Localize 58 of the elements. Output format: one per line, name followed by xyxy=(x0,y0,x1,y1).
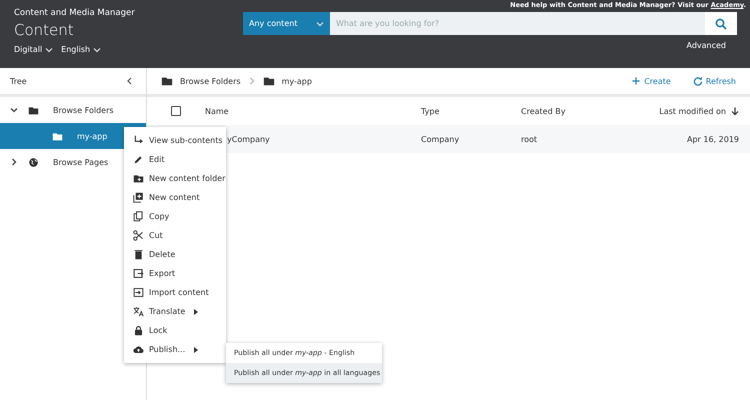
search-icon xyxy=(715,18,727,30)
menu-item[interactable]: Copy xyxy=(124,207,226,226)
scope-dropdown[interactable]: Any content xyxy=(243,12,330,35)
refresh-button[interactable]: Refresh xyxy=(692,76,736,86)
refresh-icon xyxy=(692,76,703,86)
tree-title: Tree xyxy=(10,76,27,86)
menu-item[interactable]: Publish... xyxy=(124,340,226,359)
folder-icon xyxy=(28,104,39,116)
caret-icon[interactable] xyxy=(93,46,102,52)
plus-icon xyxy=(631,76,642,86)
language-selector[interactable]: English xyxy=(61,45,102,54)
menu-item[interactable]: Import content xyxy=(124,283,226,302)
pencil-icon xyxy=(133,154,144,165)
import-icon xyxy=(133,287,144,298)
table-cell-text: root xyxy=(521,134,538,144)
column-header[interactable]: Last modified on xyxy=(631,106,739,116)
collapse-icon[interactable] xyxy=(126,77,132,85)
arrow-icon xyxy=(133,135,144,146)
submenu-arrow-icon xyxy=(194,308,198,314)
export-icon xyxy=(133,268,144,279)
app-name: Content and Media Manager xyxy=(14,8,135,18)
folder-icon xyxy=(262,75,275,87)
column-header[interactable]: Type xyxy=(421,106,521,116)
folder-plus-icon xyxy=(133,173,144,184)
tree-item[interactable]: Browse Folders xyxy=(0,97,146,123)
copy-icon xyxy=(133,211,144,222)
column-header[interactable]: Created By xyxy=(521,106,631,116)
scissors-icon xyxy=(133,230,144,241)
column-header[interactable]: Name xyxy=(205,106,421,116)
lock-icon xyxy=(133,325,144,336)
submenu-arrow-icon xyxy=(194,346,198,352)
folder-icon xyxy=(161,75,173,87)
cloud-icon xyxy=(133,344,144,355)
caret-icon[interactable] xyxy=(45,46,54,52)
site-selector[interactable]: Digitall xyxy=(14,45,54,54)
menu-item[interactable]: Cut xyxy=(124,226,226,245)
menu-item[interactable]: Translate xyxy=(124,302,226,321)
globe-icon xyxy=(28,156,39,168)
breadcrumb-item[interactable]: my-app xyxy=(262,75,312,87)
select-all-checkbox[interactable] xyxy=(171,106,181,116)
translate-icon xyxy=(133,306,144,317)
menu-item[interactable]: Export xyxy=(124,264,226,283)
document-plus-icon xyxy=(133,192,144,203)
search-button[interactable] xyxy=(705,12,737,35)
page-title: Content xyxy=(14,21,75,39)
table-cell-text: Company xyxy=(421,134,460,144)
menu-item[interactable]: New content xyxy=(124,188,226,207)
table-cell-text: Apr 16, 2019 xyxy=(686,134,739,144)
folder-icon xyxy=(52,130,63,142)
sort-arrow-icon[interactable] xyxy=(731,106,739,116)
breadcrumb-item[interactable]: Browse Folders xyxy=(161,75,241,87)
advanced-link[interactable]: Advanced xyxy=(686,41,726,50)
menu-item[interactable]: Delete xyxy=(124,245,226,264)
chevron-icon xyxy=(248,77,255,85)
menu-item[interactable]: Lock xyxy=(124,321,226,340)
trash-icon xyxy=(133,249,144,260)
search-field[interactable]: What are you looking for? xyxy=(330,12,705,35)
create-button[interactable]: Create xyxy=(631,76,671,86)
